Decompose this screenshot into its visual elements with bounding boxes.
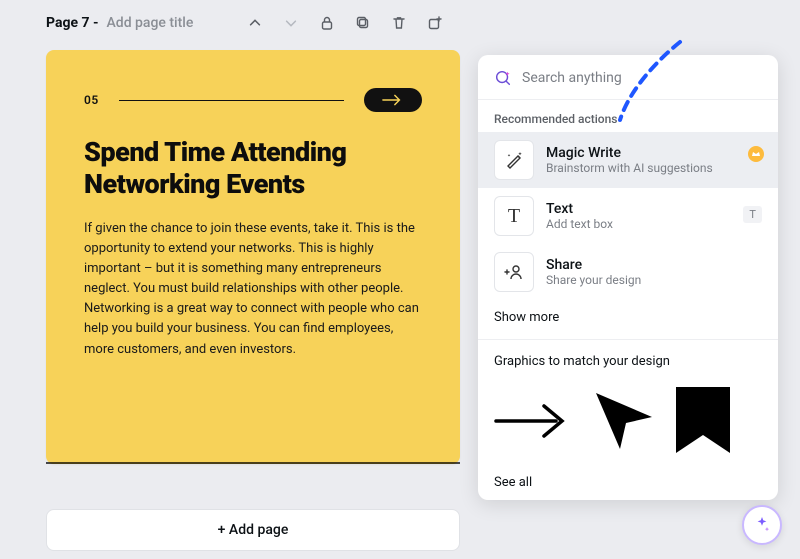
new-page-icon[interactable] <box>426 14 444 32</box>
page-toolbar: Page 7 - Add page title <box>0 0 800 40</box>
action-title: Magic Write <box>546 145 713 161</box>
action-magic-write[interactable]: Magic Write Brainstorm with AI suggestio… <box>478 132 778 188</box>
shortcut-badge: T <box>743 206 762 223</box>
share-people-icon <box>494 252 534 292</box>
toolbar-icon-group <box>246 14 444 32</box>
text-icon: T <box>494 196 534 236</box>
action-subtitle: Brainstorm with AI suggestions <box>546 161 713 175</box>
recommended-header: Recommended actions <box>478 100 778 132</box>
action-subtitle: Add text box <box>546 217 613 231</box>
action-text[interactable]: T Text Add text box T <box>478 188 778 244</box>
graphics-row <box>478 377 778 465</box>
graphic-cursor-icon[interactable] <box>586 383 662 459</box>
magic-wand-icon <box>494 140 534 180</box>
action-title: Text <box>546 201 613 217</box>
arrow-pill-icon <box>364 88 422 112</box>
page-title-input[interactable]: Add page title <box>107 15 194 31</box>
show-more-link[interactable]: Show more <box>478 300 778 335</box>
graphic-bookmark-icon[interactable] <box>672 383 734 459</box>
slide-number: 05 <box>84 93 99 107</box>
magic-search-icon <box>494 69 512 87</box>
add-page-button[interactable]: + Add page <box>46 509 460 551</box>
graphics-section-label: Graphics to match your design <box>478 344 778 377</box>
panel-divider <box>478 339 778 340</box>
search-input[interactable] <box>522 70 762 86</box>
slide-title[interactable]: Spend Time Attending Networking Events <box>84 136 422 201</box>
lock-icon[interactable] <box>318 14 336 32</box>
page-number-label: Page 7 - <box>46 15 99 31</box>
slide-canvas[interactable]: 05 Spend Time Attending Networking Event… <box>46 50 460 464</box>
duplicate-icon[interactable] <box>354 14 372 32</box>
slide-divider-line <box>119 100 344 101</box>
trash-icon[interactable] <box>390 14 408 32</box>
slide-bottom-border <box>46 462 460 464</box>
actions-panel: Recommended actions Magic Write Brainsto… <box>478 55 778 500</box>
graphic-arrow-icon[interactable] <box>494 396 576 446</box>
action-subtitle: Share your design <box>546 273 641 287</box>
slide-header-row: 05 <box>84 88 422 112</box>
chevron-up-icon[interactable] <box>246 14 264 32</box>
slide-body-text[interactable]: If given the chance to join these events… <box>84 219 422 360</box>
chevron-down-icon[interactable] <box>282 14 300 32</box>
action-share[interactable]: Share Share your design <box>478 244 778 300</box>
assistant-fab[interactable] <box>742 505 782 545</box>
action-title: Share <box>546 257 641 273</box>
search-bar[interactable] <box>478 55 778 100</box>
premium-crown-icon <box>748 146 764 162</box>
see-all-link[interactable]: See all <box>478 465 778 500</box>
